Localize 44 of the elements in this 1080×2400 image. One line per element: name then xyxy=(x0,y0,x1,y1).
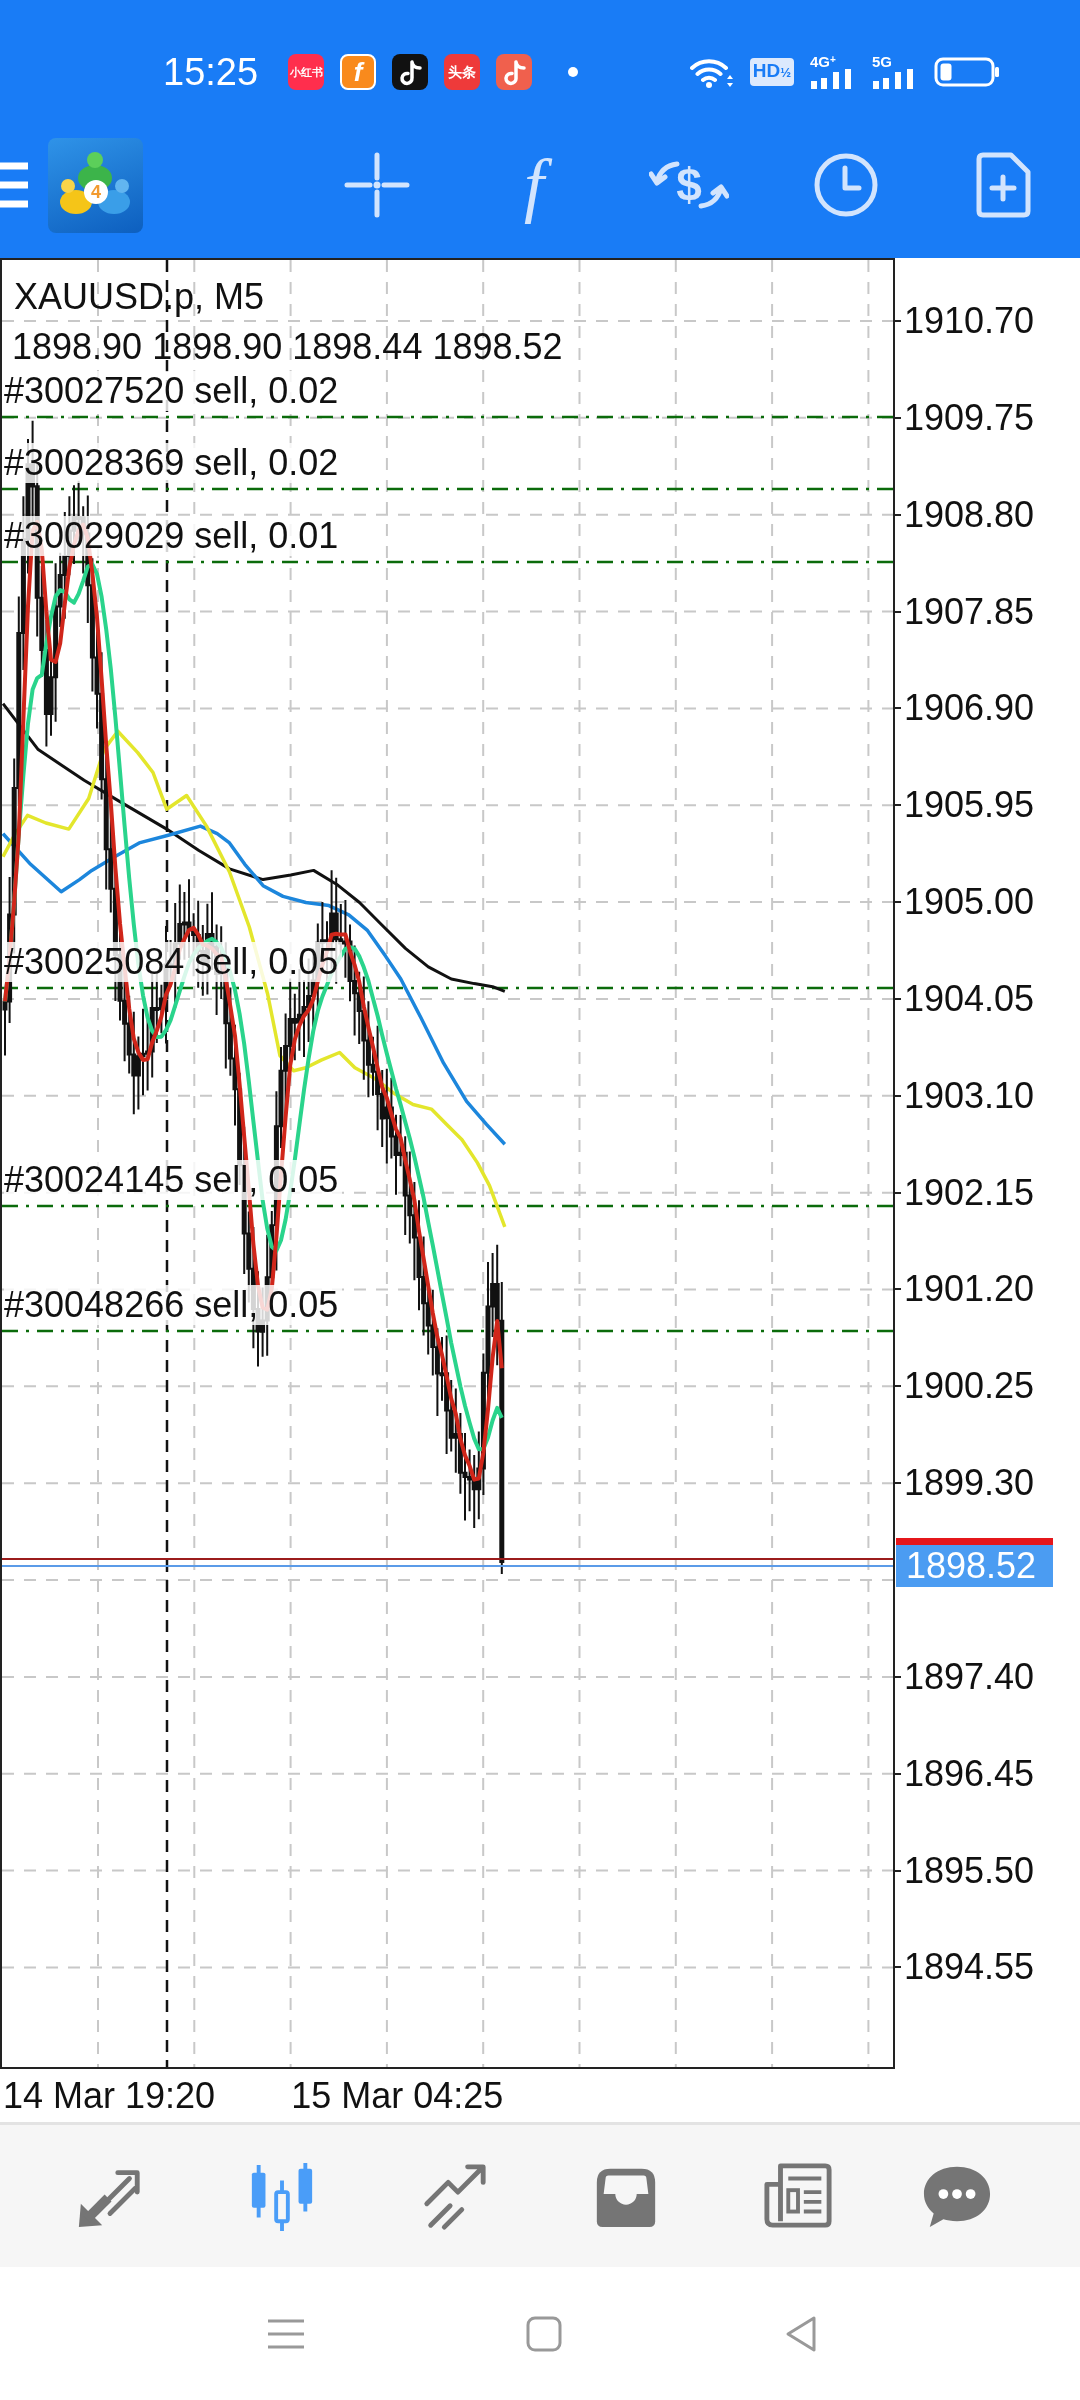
more-notifications-dot-icon xyxy=(568,67,579,77)
battery-icon xyxy=(934,57,1000,87)
notification-app-icon: f xyxy=(340,54,377,90)
time-axis-label: 14 Mar 19:20 xyxy=(3,2074,216,2117)
price-axis-label: 1908.80 xyxy=(904,493,1035,536)
price-axis-label: 1903.10 xyxy=(904,1074,1035,1117)
notification-app-icon: 小红书 xyxy=(288,54,325,90)
app-logo: 4 xyxy=(48,137,143,233)
price-axis-label: 1894.55 xyxy=(904,1946,1035,1989)
price-axis-label: 1901.20 xyxy=(904,1268,1035,1311)
price-axis-label: 1897.40 xyxy=(904,1655,1035,1698)
home-icon[interactable] xyxy=(526,2315,562,2352)
new-document-icon[interactable] xyxy=(975,152,1031,218)
chart-symbol-label: XAUUSD.p, M5 xyxy=(14,277,265,317)
price-axis-label: 1910.70 xyxy=(904,300,1035,342)
price-axis-label: 1905.00 xyxy=(904,881,1035,924)
signal-bars-icon xyxy=(810,69,854,89)
order-label: #30024145 sell, 0.05 xyxy=(4,1160,343,1200)
price-axis-label: 1900.25 xyxy=(904,1365,1035,1408)
price-axis-label: 1896.45 xyxy=(904,1752,1035,1795)
trade-button[interactable]: $ xyxy=(649,152,729,218)
price-axis-label: 1899.30 xyxy=(904,1462,1035,1505)
clock-icon[interactable] xyxy=(813,152,879,218)
price-axis-label: 1905.95 xyxy=(904,784,1035,827)
status-time: 15:25 xyxy=(163,50,259,94)
price-axis-label: 1904.05 xyxy=(904,977,1035,1020)
price-axis-label: 1909.75 xyxy=(904,396,1035,439)
price-axis-label: 1895.50 xyxy=(904,1849,1035,1892)
price-axis-label: 1907.85 xyxy=(904,590,1035,633)
menu-icon[interactable] xyxy=(0,162,30,208)
price-axis-label: 1906.90 xyxy=(904,687,1035,730)
signal-bars-icon xyxy=(872,69,916,89)
network-type-label: 5G xyxy=(872,55,892,68)
current-price-label: 1898.52 xyxy=(896,1544,1053,1587)
hd-voice-badge: HD½ xyxy=(749,58,794,86)
price-axis-label: 1902.15 xyxy=(904,1171,1035,1214)
network-type-label: 4G$^{+}$ xyxy=(810,55,836,68)
newspaper-icon xyxy=(763,2161,833,2231)
notification-app-icon: 头条 xyxy=(444,54,481,90)
order-label: #30025084 sell, 0.05 xyxy=(4,942,343,982)
crosshair-icon[interactable] xyxy=(344,152,410,218)
order-label: #30048266 sell, 0.05 xyxy=(4,1285,343,1325)
ohlc-values: 1898.90 1898.90 1898.44 1898.52 xyxy=(12,327,563,367)
time-axis-label: 15 Mar 04:25 xyxy=(291,2074,504,2117)
